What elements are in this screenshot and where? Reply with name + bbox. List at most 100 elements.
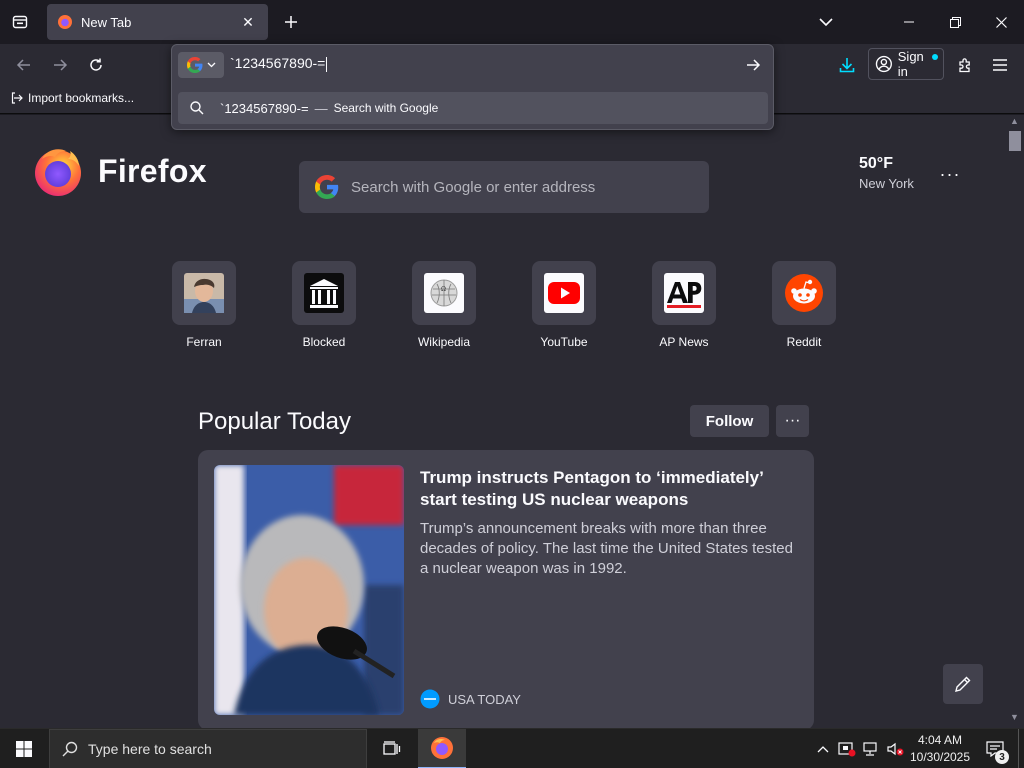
scroll-down-arrow-icon[interactable]: ▼ xyxy=(1010,712,1019,722)
go-button[interactable] xyxy=(739,51,767,79)
search-placeholder: Search with Google or enter address xyxy=(351,178,596,196)
story-excerpt: Trump’s announcement breaks with more th… xyxy=(420,520,793,577)
import-icon xyxy=(11,92,23,104)
sign-in-button[interactable]: Sign in xyxy=(868,48,944,80)
story-photo xyxy=(214,465,404,715)
arrow-right-icon xyxy=(747,59,761,71)
top-site-tile[interactable]: Ferran xyxy=(172,261,236,349)
show-hidden-icons-button[interactable] xyxy=(812,729,834,768)
taskbar-clock[interactable]: 4:04 AM 10/30/2025 xyxy=(906,732,974,766)
network-icon xyxy=(863,742,877,756)
scrollbar-thumb[interactable] xyxy=(1009,131,1021,151)
section-more-button[interactable]: ··· xyxy=(776,405,809,437)
top-site-tile[interactable]: Reddit xyxy=(772,261,836,349)
tile-icon-box xyxy=(532,261,596,325)
building-icon xyxy=(304,273,344,313)
customize-button[interactable] xyxy=(943,664,983,704)
tile-label: Ferran xyxy=(186,335,222,349)
volume-button[interactable] xyxy=(884,729,906,768)
story-image xyxy=(214,465,404,715)
ap-logo xyxy=(664,273,704,313)
chevron-down-icon xyxy=(819,18,833,27)
notification-center-button[interactable]: 3 xyxy=(978,729,1012,768)
notification-dot xyxy=(932,54,938,60)
weather-temperature: 50°F xyxy=(859,155,893,172)
weather-widget[interactable]: 50°F New York xyxy=(859,155,914,191)
top-sites: Ferran Blocked Ω Wikipedia YouTube AP Ne… xyxy=(172,261,852,361)
firefox-view-button[interactable] xyxy=(4,6,36,38)
tile-label: Blocked xyxy=(302,335,346,349)
network-button[interactable] xyxy=(860,729,882,768)
chevron-down-icon xyxy=(207,62,215,68)
taskbar-firefox-button[interactable] xyxy=(418,729,466,768)
suggestion-action: Search with Google xyxy=(333,101,439,115)
search-icon xyxy=(190,101,204,115)
scroll-up-arrow-icon[interactable]: ▲ xyxy=(1010,116,1019,126)
puzzle-icon xyxy=(958,57,970,72)
reload-button[interactable] xyxy=(81,50,111,80)
tray-app-button[interactable] xyxy=(836,729,858,768)
tab-new-tab[interactable]: New Tab ✕ xyxy=(47,4,268,40)
top-site-tile[interactable]: AP News xyxy=(652,261,716,349)
minimize-button[interactable] xyxy=(886,0,932,44)
newtab-search-box[interactable]: Search with Google or enter address xyxy=(299,161,709,213)
tile-icon-box xyxy=(172,261,236,325)
urlbar-popup: `1234567890-= `1234567890-= — Search wit… xyxy=(171,44,774,130)
text-caret xyxy=(326,56,328,72)
forward-button[interactable] xyxy=(45,50,75,80)
youtube-icon xyxy=(544,273,584,313)
reload-icon xyxy=(90,58,102,71)
tile-icon-box xyxy=(652,261,716,325)
story-card[interactable]: Trump instructs Pentagon to ‘immediately… xyxy=(198,450,814,728)
follow-button[interactable]: Follow xyxy=(690,405,769,437)
restore-button[interactable] xyxy=(932,0,978,44)
vertical-scrollbar[interactable]: ▲ ▼ xyxy=(1006,115,1024,728)
taskbar-search-box[interactable]: Type here to search xyxy=(49,729,367,768)
close-icon xyxy=(995,16,1007,28)
show-desktop-button[interactable] xyxy=(1018,729,1024,768)
task-view-button[interactable] xyxy=(372,729,412,768)
plus-icon xyxy=(285,16,297,28)
usa-today-logo-icon xyxy=(420,689,440,709)
tab-strip: New Tab ✕ xyxy=(0,0,1024,44)
clock-date: 10/30/2025 xyxy=(909,750,971,764)
start-button[interactable] xyxy=(0,729,48,768)
account-icon xyxy=(875,55,892,73)
tile-label: Reddit xyxy=(786,335,822,349)
close-tab-icon[interactable]: ✕ xyxy=(238,12,258,32)
downloads-button[interactable] xyxy=(832,50,862,80)
list-all-tabs-button[interactable] xyxy=(812,8,840,36)
battery-saver-icon xyxy=(838,742,856,757)
back-arrow-icon xyxy=(16,59,30,71)
task-view-icon xyxy=(383,741,401,755)
svg-text:Ω: Ω xyxy=(441,286,446,293)
top-site-tile[interactable]: Ω Wikipedia xyxy=(412,261,476,349)
top-site-tile[interactable]: Blocked xyxy=(292,261,356,349)
download-icon xyxy=(839,58,855,73)
back-button[interactable] xyxy=(9,50,39,80)
avatar-photo xyxy=(184,273,224,313)
story-source-name: USA TODAY xyxy=(448,691,521,707)
import-bookmarks-button[interactable]: Import bookmarks... xyxy=(10,91,134,105)
url-input[interactable]: `1234567890-= xyxy=(230,55,710,75)
firefox-favicon-icon xyxy=(58,15,72,29)
google-icon xyxy=(315,175,339,199)
new-tab-button[interactable] xyxy=(277,8,305,36)
search-engine-selector[interactable] xyxy=(178,52,224,78)
tile-label: Wikipedia xyxy=(417,335,471,349)
firefox-view-icon xyxy=(12,15,28,29)
weather-menu-button[interactable]: ··· xyxy=(936,162,964,186)
close-window-button[interactable] xyxy=(978,0,1024,44)
hamburger-menu-icon xyxy=(993,59,1007,71)
firefox-wordmark: Firefox xyxy=(98,152,207,189)
extensions-button[interactable] xyxy=(950,50,980,80)
story-headline[interactable]: Trump instructs Pentagon to ‘immediately… xyxy=(420,467,800,511)
top-site-tile[interactable]: YouTube xyxy=(532,261,596,349)
taskbar-search-placeholder: Type here to search xyxy=(88,741,212,757)
windows-taskbar: Type here to search 4:04 AM 10/30/2025 3 xyxy=(0,728,1024,768)
app-menu-button[interactable] xyxy=(985,50,1015,80)
tile-icon-box: Ω xyxy=(412,261,476,325)
windows-logo-icon xyxy=(16,741,32,757)
search-suggestion-row[interactable]: `1234567890-= — Search with Google xyxy=(178,92,768,124)
tab-title: New Tab xyxy=(81,14,132,30)
